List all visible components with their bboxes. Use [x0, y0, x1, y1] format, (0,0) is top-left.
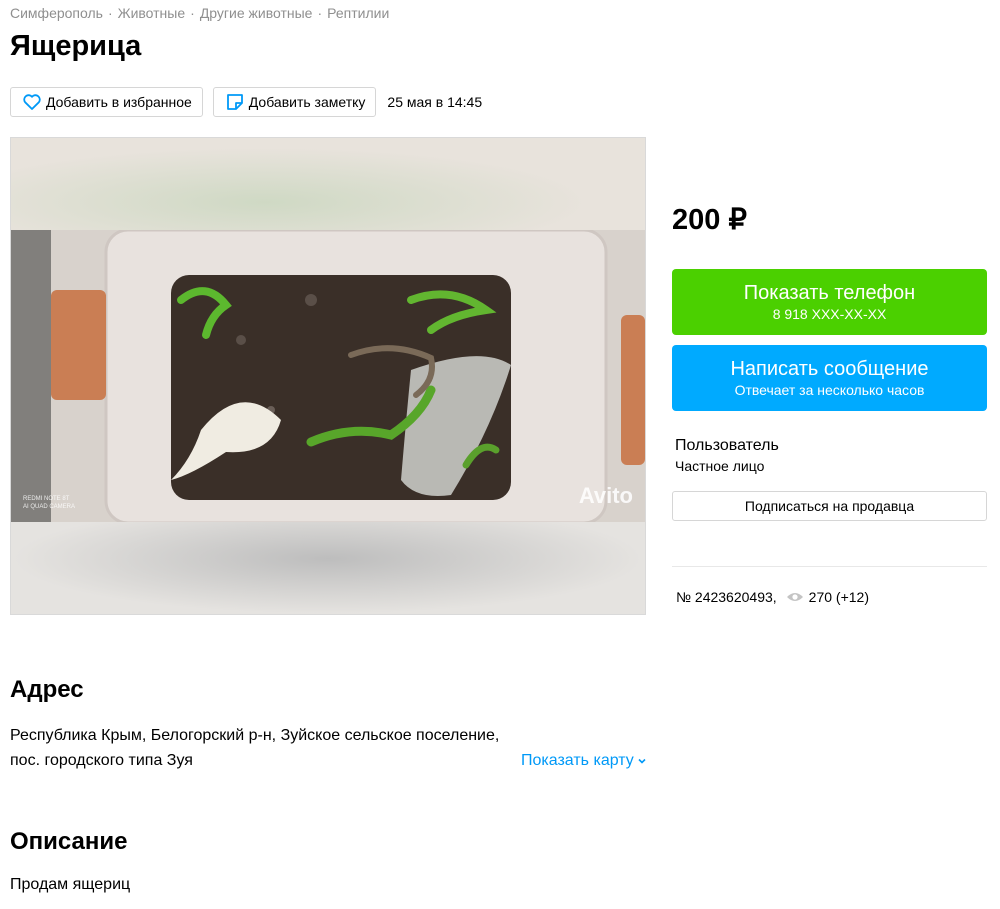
publish-date: 25 мая в 14:45: [387, 94, 483, 110]
send-message-button[interactable]: Написать сообщение Отвечает за несколько…: [672, 345, 987, 411]
response-time-text: Отвечает за несколько часов: [734, 382, 925, 398]
listing-meta: № 2423620493, 270 (+12): [676, 589, 869, 605]
eye-icon: [786, 593, 803, 601]
heart-icon: [23, 94, 41, 110]
show-map-label: Показать карту: [521, 752, 634, 769]
breadcrumb-item-city[interactable]: Симферополь: [10, 5, 103, 21]
address-line-2: пос. городского типа Зуя: [10, 752, 193, 769]
show-phone-label: Показать телефон: [743, 282, 916, 304]
breadcrumb: Симферополь · Животные · Другие животные…: [10, 5, 389, 21]
photo-blur-background: [11, 138, 645, 230]
divider: [672, 566, 987, 567]
masked-phone-number: 8 918 XXX-XX-XX: [772, 306, 887, 322]
price: 200 ₽: [672, 204, 747, 236]
camera-watermark: REDMI NOTE 8T AI QUAD CAMERA: [23, 495, 75, 511]
photo-gallery[interactable]: Avito REDMI NOTE 8T AI QUAD CAMERA: [10, 137, 646, 615]
breadcrumb-separator: ·: [107, 5, 113, 21]
subscribe-seller-button[interactable]: Подписаться на продавца: [672, 491, 987, 521]
address-line-1: Республика Крым, Белогорский р-н, Зуйско…: [10, 727, 500, 744]
breadcrumb-separator: ·: [317, 5, 323, 21]
views-count: 270 (+12): [808, 589, 869, 605]
show-map-link[interactable]: Показать карту: [521, 752, 647, 770]
address-heading: Адрес: [10, 676, 84, 703]
send-message-label: Написать сообщение: [730, 358, 929, 380]
action-bar: Добавить в избранное Добавить заметку 25…: [10, 87, 482, 117]
description-text: Продам ящериц: [10, 876, 131, 893]
chevron-down-icon: [638, 758, 646, 764]
breadcrumb-item-animals[interactable]: Животные: [118, 5, 186, 21]
add-to-favorites-button[interactable]: Добавить в избранное: [10, 87, 203, 117]
show-phone-button[interactable]: Показать телефон 8 918 XXX-XX-XX: [672, 269, 987, 335]
add-note-button[interactable]: Добавить заметку: [212, 87, 377, 117]
camera-watermark-line2: AI QUAD CAMERA: [23, 504, 76, 510]
breadcrumb-separator: ·: [190, 5, 195, 21]
camera-watermark-line1: REDMI NOTE 8T: [23, 496, 70, 502]
note-icon: [226, 94, 243, 110]
add-note-label: Добавить заметку: [248, 94, 366, 110]
description-heading: Описание: [10, 828, 128, 855]
listing-photo[interactable]: Avito REDMI NOTE 8T AI QUAD CAMERA: [11, 230, 645, 523]
seller-type: Частное лицо: [675, 458, 765, 474]
address-text: Республика Крым, Белогорский р-н, Зуйско…: [10, 723, 510, 773]
photo-blur-background: [11, 522, 645, 614]
avito-watermark: Avito: [578, 483, 633, 508]
breadcrumb-item-reptiles[interactable]: Рептилии: [327, 5, 389, 21]
seller-name[interactable]: Пользователь: [675, 437, 779, 455]
item-number: № 2423620493,: [676, 589, 777, 605]
add-to-favorites-label: Добавить в избранное: [46, 94, 192, 110]
breadcrumb-item-other-animals[interactable]: Другие животные: [200, 5, 313, 21]
page-title: Ящерица: [10, 30, 142, 62]
lizards-in-container-image: [11, 230, 645, 523]
